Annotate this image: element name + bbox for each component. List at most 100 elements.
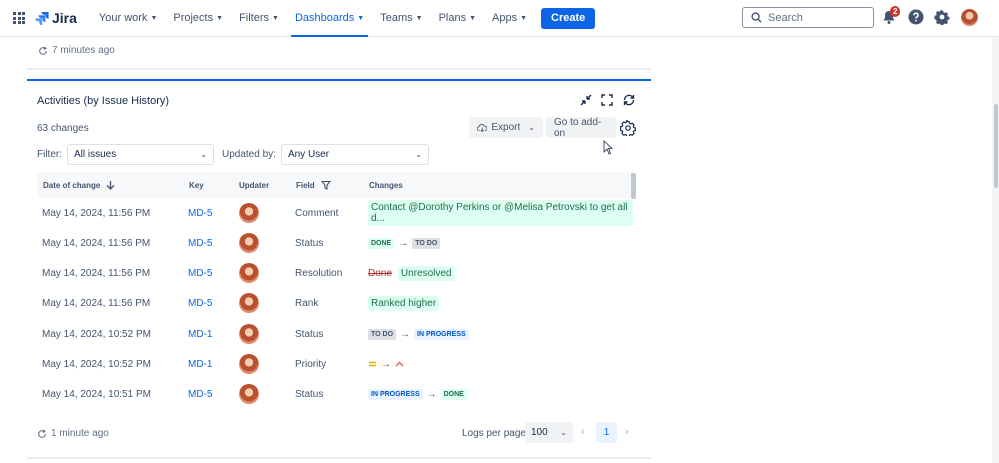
field-cell: Resolution bbox=[295, 267, 343, 279]
new-value: Unresolved bbox=[397, 265, 455, 281]
nav-teams[interactable]: Teams ▼ bbox=[372, 0, 430, 37]
status-lozenge: IN PROGRESS bbox=[368, 388, 423, 400]
avatar[interactable] bbox=[239, 384, 259, 404]
date-cell: May 14, 2024, 11:56 PM bbox=[42, 297, 151, 309]
nav-dashboards[interactable]: Dashboards ▼ bbox=[287, 0, 372, 37]
change-cell: → bbox=[368, 359, 404, 370]
page-button-current[interactable]: 1 bbox=[596, 422, 617, 443]
field-cell: Status bbox=[295, 237, 324, 249]
column-key[interactable]: Key bbox=[189, 181, 204, 190]
fullscreen-icon[interactable] bbox=[600, 93, 614, 107]
change-cell: Ranked higher bbox=[368, 295, 440, 311]
logs-per-page-select[interactable]: 100 ⌄ bbox=[525, 422, 573, 443]
table-row: May 14, 2024, 10:52 PM MD-1 Priority → bbox=[37, 349, 633, 379]
avatar[interactable] bbox=[239, 293, 259, 313]
export-button[interactable]: Export ⌄ bbox=[469, 117, 543, 138]
nav-label: Plans bbox=[438, 12, 467, 24]
updated-by-label: Updated by: bbox=[222, 149, 276, 160]
field-cell: Status bbox=[295, 328, 324, 340]
refresh-icon bbox=[39, 46, 47, 55]
issue-key-link[interactable]: MD-1 bbox=[188, 359, 212, 370]
field-cell: Comment bbox=[295, 207, 339, 219]
arrow-right-icon: → bbox=[398, 237, 409, 249]
avatar[interactable] bbox=[239, 203, 259, 223]
gadget-title: Activities (by Issue History) bbox=[37, 95, 170, 107]
column-updater[interactable]: Updater bbox=[239, 181, 269, 190]
status-lozenge: IN PROGRESS bbox=[414, 328, 469, 340]
gadget-divider bbox=[27, 457, 651, 459]
previous-page-icon[interactable]: ‹ bbox=[581, 426, 585, 438]
issue-key-link[interactable]: MD-5 bbox=[188, 238, 212, 249]
column-changes[interactable]: Changes bbox=[369, 181, 403, 190]
chevron-down-icon: ⌄ bbox=[528, 123, 535, 132]
minimize-icon[interactable] bbox=[579, 93, 593, 107]
change-cell: TO DO → IN PROGRESS bbox=[368, 328, 469, 340]
arrow-right-icon: → bbox=[426, 388, 437, 400]
jira-logo[interactable]: Jira bbox=[35, 10, 77, 26]
avatar[interactable] bbox=[239, 324, 259, 344]
chevron-down-icon: ▼ bbox=[415, 14, 423, 22]
chevron-down-icon: ▼ bbox=[357, 14, 365, 22]
updated-by-select[interactable]: Any User ⌄ bbox=[280, 144, 429, 165]
change-cell: IN PROGRESS → DONE bbox=[368, 388, 467, 400]
previous-gadget-footer: 7 minutes ago bbox=[38, 45, 115, 56]
settings-icon[interactable] bbox=[934, 9, 950, 25]
change-text: Ranked higher bbox=[368, 295, 440, 311]
filter-icon[interactable] bbox=[320, 180, 331, 190]
chevron-down-icon: ⌄ bbox=[560, 428, 567, 437]
nav-apps[interactable]: Apps ▼ bbox=[484, 0, 535, 37]
change-cell: Contact @Dorothy Perkins or @Melisa Petr… bbox=[368, 200, 633, 226]
nav-filters[interactable]: Filters ▼ bbox=[231, 0, 287, 37]
search-input[interactable]: Search bbox=[742, 7, 874, 28]
filter-row: Filter: All issues ⌄ Updated by: Any Use… bbox=[37, 144, 429, 165]
issue-filter-value: All issues bbox=[74, 149, 117, 160]
nav-label: Teams bbox=[380, 12, 413, 24]
table-header: Date of change Key Updater Field Changes bbox=[37, 172, 633, 198]
next-page-icon[interactable]: › bbox=[625, 426, 629, 438]
filter-label: Filter: bbox=[37, 149, 62, 160]
status-lozenge: TO DO bbox=[368, 328, 397, 340]
nav-your-work[interactable]: Your work ▼ bbox=[91, 0, 165, 37]
column-field[interactable]: Field bbox=[296, 180, 331, 190]
arrow-right-icon: → bbox=[381, 358, 391, 370]
table-row: May 14, 2024, 11:56 PM MD-5 Rank Ranked … bbox=[37, 288, 633, 318]
last-updated: 7 minutes ago bbox=[52, 45, 115, 56]
issue-filter-select[interactable]: All issues ⌄ bbox=[67, 144, 214, 165]
create-button[interactable]: Create bbox=[541, 7, 596, 29]
avatar[interactable] bbox=[239, 233, 259, 253]
go-to-addon-button[interactable]: Go to add-on bbox=[546, 116, 616, 139]
addon-label: Go to add-on bbox=[554, 116, 602, 139]
search-icon bbox=[751, 12, 762, 23]
column-label: Changes bbox=[369, 180, 403, 190]
table-row: May 14, 2024, 11:56 PM MD-5 Resolution D… bbox=[37, 258, 633, 288]
issue-key-link[interactable]: MD-5 bbox=[188, 208, 212, 219]
page-scrollbar-track[interactable] bbox=[992, 37, 999, 463]
issue-key-link[interactable]: MD-5 bbox=[188, 268, 212, 279]
gadget-settings-icon[interactable] bbox=[620, 120, 636, 136]
column-date[interactable]: Date of change bbox=[43, 180, 115, 190]
refresh-icon[interactable] bbox=[622, 93, 636, 107]
issue-key-link[interactable]: MD-1 bbox=[188, 329, 212, 340]
table-row: May 14, 2024, 11:56 PM MD-5 Comment Cont… bbox=[37, 198, 633, 228]
table-scrollbar[interactable] bbox=[631, 173, 636, 199]
avatar[interactable] bbox=[239, 354, 259, 374]
date-cell: May 14, 2024, 10:51 PM bbox=[42, 388, 151, 400]
avatar[interactable] bbox=[239, 263, 259, 283]
issue-key-link[interactable]: MD-5 bbox=[188, 389, 212, 400]
profile-avatar[interactable] bbox=[961, 9, 978, 26]
table-row: May 14, 2024, 10:52 PM MD-1 Status TO DO… bbox=[37, 319, 633, 349]
issue-key-link[interactable]: MD-5 bbox=[188, 298, 212, 309]
chevron-down-icon: ▼ bbox=[150, 14, 158, 22]
last-updated: 1 minute ago bbox=[51, 428, 109, 439]
page-scrollbar-thumb[interactable] bbox=[994, 104, 998, 188]
nav-plans[interactable]: Plans ▼ bbox=[431, 0, 484, 37]
field-cell: Rank bbox=[295, 297, 319, 309]
chevron-down-icon: ▼ bbox=[469, 14, 477, 22]
sort-descending-icon[interactable] bbox=[106, 180, 115, 190]
app-switcher-icon[interactable] bbox=[13, 12, 25, 24]
help-icon[interactable] bbox=[908, 9, 924, 25]
refresh-icon bbox=[38, 429, 46, 438]
status-lozenge: DONE bbox=[440, 388, 467, 400]
logs-per-page-value: 100 bbox=[531, 427, 548, 438]
nav-projects[interactable]: Projects ▼ bbox=[165, 0, 231, 37]
